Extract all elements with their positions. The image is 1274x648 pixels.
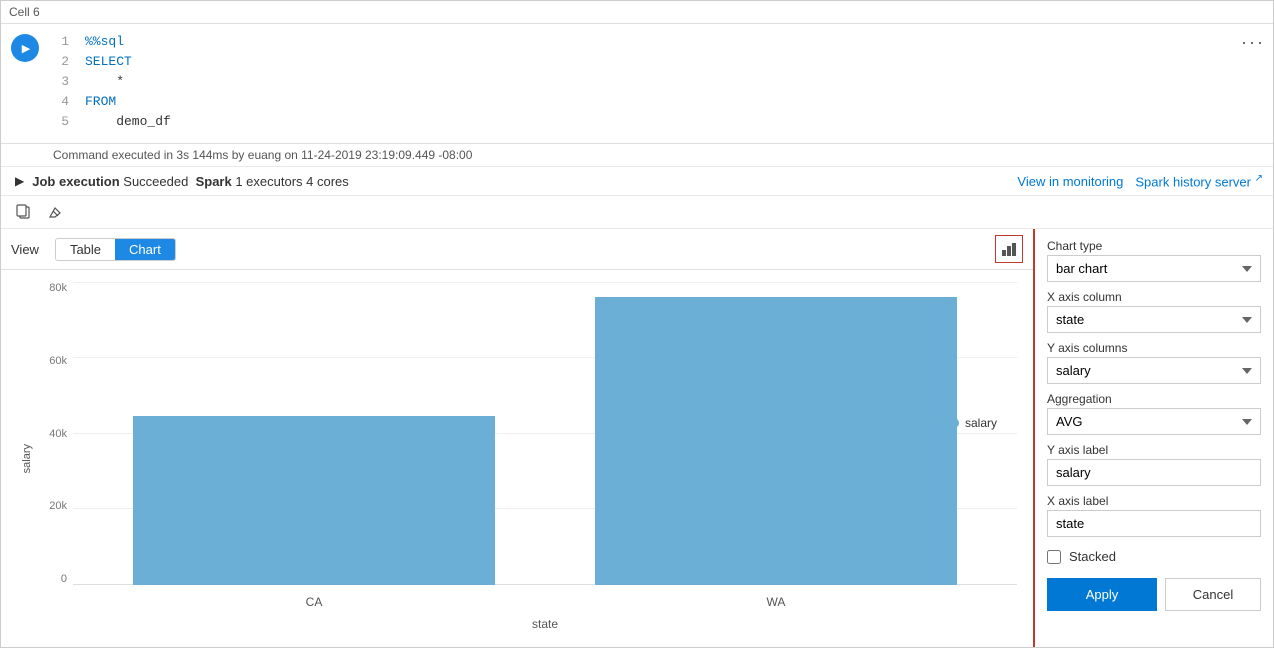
aggregation-section: Aggregation AVG SUM COUNT MIN MAX xyxy=(1047,392,1261,435)
job-links: View in monitoring Spark history server … xyxy=(1017,173,1263,189)
code-line-5: 5 demo_df xyxy=(53,112,1229,132)
bar-ca xyxy=(133,282,495,585)
y-axis-label-label: Y axis label xyxy=(1047,443,1261,457)
job-status: Job execution Succeeded Spark 1 executor… xyxy=(32,174,349,189)
x-axis-label-label: X axis label xyxy=(1047,494,1261,508)
view-monitoring-link[interactable]: View in monitoring xyxy=(1017,174,1123,189)
x-axis-column-select[interactable]: state salary xyxy=(1047,306,1261,333)
y-axis-columns-section: Y axis columns salary state xyxy=(1047,341,1261,384)
y-ticks: 0 20k 40k 60k 80k xyxy=(37,282,73,585)
y-axis-columns-label: Y axis columns xyxy=(1047,341,1261,355)
chart-settings-row: View Table Chart xyxy=(1,229,1273,647)
x-ticks: CA WA xyxy=(73,595,1017,609)
aggregation-select[interactable]: AVG SUM COUNT MIN MAX xyxy=(1047,408,1261,435)
y-axis-label-section: Y axis label xyxy=(1047,443,1261,486)
tab-chart[interactable]: Chart xyxy=(115,239,175,260)
y-axis-label: salary xyxy=(21,444,33,473)
x-axis-column-label: X axis column xyxy=(1047,290,1261,304)
chart-type-label: Chart type xyxy=(1047,239,1261,253)
x-axis-label-input[interactable] xyxy=(1047,510,1261,537)
code-section: 1 %%sql 2 SELECT 3 * 4 FROM 5 demo_df ··… xyxy=(1,24,1273,144)
code-line-1: 1 %%sql xyxy=(53,32,1229,52)
bar-wa xyxy=(595,282,957,585)
apply-button[interactable]: Apply xyxy=(1047,578,1157,611)
exec-info-text: Command executed in 3s 144ms by euang on… xyxy=(53,148,472,162)
y-axis-columns-select[interactable]: salary state xyxy=(1047,357,1261,384)
exec-info: Command executed in 3s 144ms by euang on… xyxy=(1,144,1273,167)
more-options-button[interactable]: ··· xyxy=(1233,24,1273,143)
view-row: View Table Chart xyxy=(1,229,1033,270)
spark-history-link[interactable]: Spark history server ↗ xyxy=(1135,173,1263,189)
aggregation-label: Aggregation xyxy=(1047,392,1261,406)
x-axis-column-section: X axis column state salary xyxy=(1047,290,1261,333)
chart-type-select[interactable]: bar chart line chart pie chart area char… xyxy=(1047,255,1261,282)
code-line-2: 2 SELECT xyxy=(53,52,1229,72)
settings-panel: Chart type bar chart line chart pie char… xyxy=(1033,229,1273,647)
window-title: Cell 6 xyxy=(9,5,40,19)
code-line-4: 4 FROM xyxy=(53,92,1229,112)
run-button-col xyxy=(1,24,49,143)
stacked-label: Stacked xyxy=(1069,549,1116,564)
play-icon: ▶ xyxy=(15,174,24,188)
bar-wa-rect xyxy=(595,297,957,585)
x-axis-label: state xyxy=(37,615,1017,635)
x-axis-label-section: X axis label xyxy=(1047,494,1261,537)
run-button[interactable] xyxy=(11,34,39,62)
notebook-window: Cell 6 1 %%sql 2 SELECT 3 * 4 FROM xyxy=(0,0,1274,648)
bars-container xyxy=(73,282,1017,585)
stacked-checkbox[interactable] xyxy=(1047,550,1061,564)
bar-ca-rect xyxy=(133,416,495,585)
chart-settings-toggle[interactable] xyxy=(995,235,1023,263)
external-link-icon: ↗ xyxy=(1255,173,1263,184)
view-label: View xyxy=(11,242,39,257)
chart-type-section: Chart type bar chart line chart pie char… xyxy=(1047,239,1261,282)
legend-dot xyxy=(949,418,959,428)
action-buttons: Apply Cancel xyxy=(1047,578,1261,611)
stacked-row: Stacked xyxy=(1047,549,1261,564)
code-line-3: 3 * xyxy=(53,72,1229,92)
chart-area: salary xyxy=(1,270,1033,647)
title-bar: Cell 6 xyxy=(1,1,1273,24)
cancel-button[interactable]: Cancel xyxy=(1165,578,1261,611)
chart-legend: salary xyxy=(949,416,997,430)
tab-table[interactable]: Table xyxy=(56,239,115,260)
legend-label: salary xyxy=(965,416,997,430)
toolbar-row xyxy=(1,196,1273,229)
code-editor: 1 %%sql 2 SELECT 3 * 4 FROM 5 demo_df xyxy=(49,24,1233,143)
job-bar: ▶ Job execution Succeeded Spark 1 execut… xyxy=(1,167,1273,196)
eraser-icon[interactable] xyxy=(43,200,67,224)
copy-icon[interactable] xyxy=(11,200,35,224)
y-axis-label-input[interactable] xyxy=(1047,459,1261,486)
tab-group: Table Chart xyxy=(55,238,176,261)
